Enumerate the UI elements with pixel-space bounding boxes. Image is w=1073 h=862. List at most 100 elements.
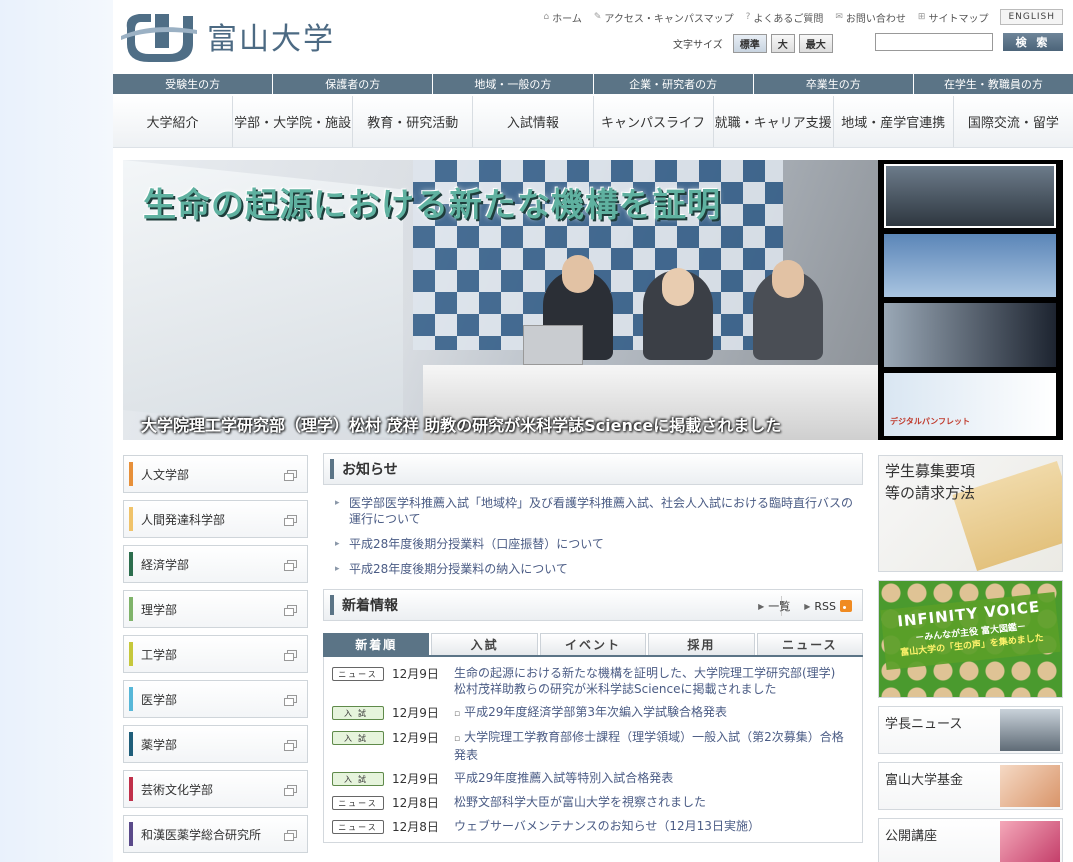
banner-label: 富山大学基金 <box>885 773 964 788</box>
audience-nav-item[interactable]: 地域・一般の方 <box>433 74 594 94</box>
rss-link[interactable]: ▶ RSS <box>804 598 852 614</box>
news-link-label: 平成29年度経済学部第3年次編入学試験合格発表 <box>464 705 728 719</box>
main-nav-item[interactable]: 国際交流・留学 <box>954 96 1073 147</box>
public-lecture-banner[interactable]: 公開講座 <box>878 818 1063 862</box>
news-link[interactable]: ウェブサーバメンテナンスのお知らせ（12月13日実施） <box>454 818 844 834</box>
main-nav-item[interactable]: 大学紹介 <box>113 96 234 147</box>
hero-thumbnail-4[interactable]: デジタルパンフレット <box>884 372 1056 436</box>
main-nav-item[interactable]: 地域・産学官連携 <box>834 96 954 147</box>
audience-nav-item[interactable]: 受験生の方 <box>113 74 274 94</box>
news-tab[interactable]: イベント <box>539 633 647 655</box>
news-badge: ニュース <box>332 796 384 810</box>
news-link[interactable]: 生命の起源における新たな機構を証明した、大学院理工学研究部(理学)松村茂祥助教ら… <box>454 665 844 697</box>
logo[interactable]: 富山大学 <box>121 8 335 64</box>
infinity-voice-banner[interactable]: INFINITY VOICE －みんなが主役 富大図鑑－ 富山大学の「生の声」を… <box>878 580 1063 698</box>
news-list-link[interactable]: ▶ 一覧 <box>758 598 790 614</box>
font-size-standard-button[interactable]: 標準 <box>732 34 767 53</box>
hero-caption: 大学院理工学研究部（理学）松村 茂祥 助教の研究が米科学誌Scienceに掲載さ… <box>141 416 782 435</box>
audience-nav-item[interactable]: 企業・研究者の方 <box>593 74 754 94</box>
news-badge: ニュース <box>332 820 384 834</box>
faculty-link[interactable]: 人間発達科学部 <box>123 500 308 538</box>
document-icon: ▫ <box>454 709 461 719</box>
admission-docs-label: 学生募集要項等の請求方法 <box>885 462 976 502</box>
hero-slideshow[interactable]: 生命の起源における新たな機構を証明 大学院理工学研究部（理学）松村 茂祥 助教の… <box>123 160 878 440</box>
notice-item[interactable]: 平成28年度後期分授業料（口座振替）について <box>335 536 855 552</box>
new-window-icon <box>284 830 297 841</box>
faculty-link[interactable]: 和漢医薬学総合研究所 <box>123 815 308 853</box>
search-button[interactable]: 検 索 <box>1003 33 1063 51</box>
faculty-link[interactable]: 経済学部 <box>123 545 308 583</box>
font-size-selector: 文字サイズ 標準 大 最大 <box>673 34 833 53</box>
news-list-label: 一覧 <box>768 600 791 613</box>
faculty-label: 工学部 <box>141 647 178 662</box>
font-size-label: 文字サイズ <box>673 40 723 51</box>
main-nav-item[interactable]: 教育・研究活動 <box>353 96 474 147</box>
news-links: ▶ 一覧 ▶ RSS <box>758 598 852 614</box>
font-size-large-button[interactable]: 大 <box>770 34 795 53</box>
hero-thumbnail-3[interactable] <box>884 303 1056 367</box>
news-date: 12月9日 <box>392 731 439 745</box>
utility-faq[interactable]: ? よくあるご質問 <box>746 10 824 25</box>
thumbnail-label: デジタルパンフレット <box>890 416 970 426</box>
new-window-icon <box>284 470 297 481</box>
faculty-link[interactable]: 薬学部 <box>123 725 308 763</box>
faculty-list: 人文学部 人間発達科学部 経済学部 理学部 工学部 医学部 薬学部 芸術文化学部… <box>123 455 308 860</box>
news-link[interactable]: ▫ 大学院理工学教育部修士課程（理学領域）一般入試（第2次募集）合格発表 <box>454 729 844 763</box>
faculty-link[interactable]: 工学部 <box>123 635 308 673</box>
page-side-background <box>0 0 113 862</box>
mail-icon: ✉ <box>835 12 843 22</box>
news-date: 12月8日 <box>392 796 439 810</box>
main-nav-item[interactable]: 学部・大学院・施設 <box>233 96 354 147</box>
main-nav-item[interactable]: 入試情報 <box>473 96 594 147</box>
hero-title: 生命の起源における新たな機構を証明 <box>143 185 721 224</box>
main-nav-item[interactable]: キャンパスライフ <box>594 96 714 147</box>
admission-docs-banner[interactable]: 学生募集要項等の請求方法 <box>878 455 1063 572</box>
rss-label: RSS <box>814 599 836 613</box>
news-tab[interactable]: 採用 <box>648 633 755 655</box>
faculty-link[interactable]: 人文学部 <box>123 455 308 493</box>
main-nav-item[interactable]: 就職・キャリア支援 <box>714 96 834 147</box>
news-tab[interactable]: ニュース <box>756 633 864 655</box>
font-size-max-button[interactable]: 最大 <box>798 34 833 53</box>
audience-nav-item[interactable]: 在学生・教職員の方 <box>913 74 1073 94</box>
news-link[interactable]: ▫ 平成29年度経済学部第3年次編入学試験合格発表 <box>454 704 844 722</box>
sitemap-icon: ⊞ <box>917 12 926 22</box>
hero-thumbnail-1[interactable] <box>884 164 1056 228</box>
university-fund-banner[interactable]: 富山大学基金 <box>878 762 1063 810</box>
search-input[interactable] <box>875 33 993 51</box>
utility-sitemap[interactable]: ⊞ サイトマップ <box>918 10 989 25</box>
audience-nav-item[interactable]: 保護者の方 <box>273 74 434 94</box>
center-column: お知らせ 医学部医学科推薦入試「地域枠」及び看護学科推薦入試、社会人入試における… <box>323 453 864 843</box>
hero-thumbnail-2[interactable] <box>884 233 1056 298</box>
notices-title: お知らせ <box>342 462 398 478</box>
faculty-link[interactable]: 理学部 <box>123 590 308 628</box>
utility-home[interactable]: ⌂ ホーム <box>543 10 581 25</box>
news-link[interactable]: 平成29年度推薦入試等特別入試合格発表 <box>454 770 844 786</box>
news-date: 12月9日 <box>392 706 439 720</box>
president-news-banner[interactable]: 学長ニュース <box>878 706 1063 754</box>
news-tab[interactable]: 入試 <box>431 633 538 655</box>
new-window-icon <box>284 605 297 616</box>
utility-sitemap-label: サイトマップ <box>928 13 989 25</box>
faculty-color-bar <box>129 777 133 801</box>
faculty-label: 芸術文化学部 <box>141 782 214 797</box>
president-photo <box>1000 709 1060 751</box>
utility-access[interactable]: ✎ アクセス・キャンパスマップ <box>594 10 734 25</box>
news-tab[interactable]: 新着順 <box>323 633 430 655</box>
utility-contact[interactable]: ✉ お問い合わせ <box>835 10 906 25</box>
news-date: 12月8日 <box>392 820 439 834</box>
utility-home-label: ホーム <box>552 13 582 25</box>
english-button[interactable]: ENGLISH <box>1000 9 1063 25</box>
audience-nav: 受験生の方 保護者の方 地域・一般の方 企業・研究者の方 卒業生の方 在学生・教… <box>113 74 1073 94</box>
news-badge: 入試 <box>332 706 384 720</box>
university-emblem-icon <box>121 8 197 64</box>
faculty-link[interactable]: 医学部 <box>123 680 308 718</box>
news-row: ニュース 12月8日 松野文部科学大臣が富山大学を視察されました <box>332 794 854 811</box>
news-link[interactable]: 松野文部科学大臣が富山大学を視察されました <box>454 794 844 810</box>
notice-item[interactable]: 平成28年度後期分授業料の納入について <box>335 561 855 577</box>
new-window-icon <box>284 740 297 751</box>
faculty-label: 薬学部 <box>141 737 178 752</box>
notice-item[interactable]: 医学部医学科推薦入試「地域枠」及び看護学科推薦入試、社会人入試における臨時直行バ… <box>335 495 855 527</box>
audience-nav-item[interactable]: 卒業生の方 <box>753 74 914 94</box>
faculty-link[interactable]: 芸術文化学部 <box>123 770 308 808</box>
